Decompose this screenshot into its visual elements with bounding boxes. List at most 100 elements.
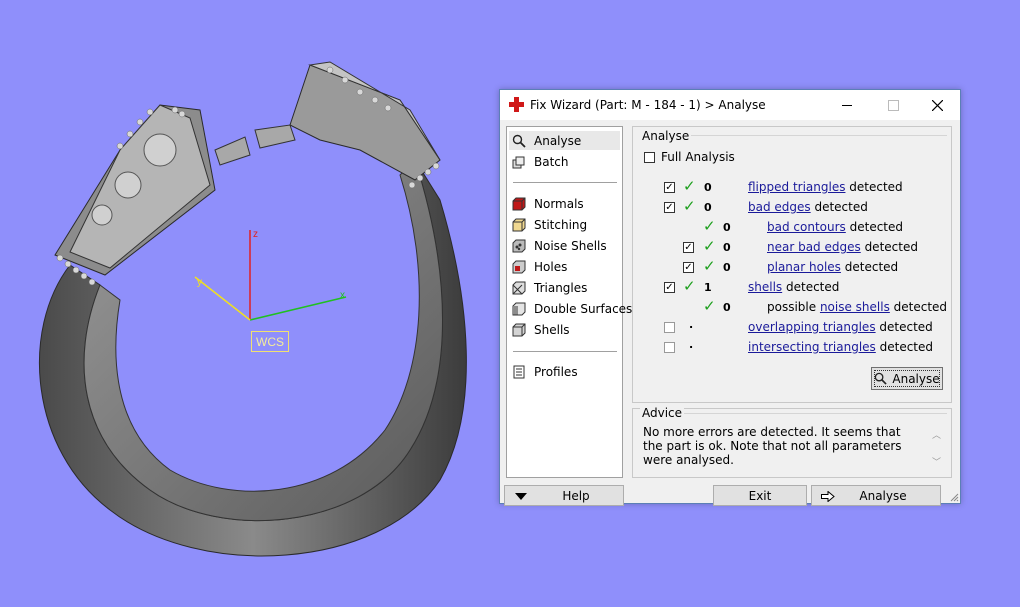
analyse-button[interactable]: Analyse (811, 485, 941, 506)
flipped-triangles-checkbox[interactable]: ✓ (664, 182, 675, 193)
intersecting-triangles-link[interactable]: intersecting triangles (748, 340, 876, 354)
nav-label: Double Surfaces (534, 301, 633, 316)
bad-edges-count: 0 (704, 201, 712, 214)
nav-label: Stitching (534, 217, 588, 232)
row-suffix: detected (860, 240, 918, 254)
nav-item-triangles[interactable]: Triangles (509, 278, 620, 297)
nav-label: Shells (534, 322, 570, 337)
check-icon: ✓ (703, 297, 716, 315)
bad-edges-row: bad edges detected (748, 200, 868, 214)
arrow-right-icon (821, 491, 835, 502)
shells-count: 1 (704, 281, 712, 294)
triangle-down-icon (515, 493, 527, 500)
close-button[interactable] (914, 90, 960, 120)
near-bad-edges-link[interactable]: near bad edges (767, 240, 861, 254)
group-border (685, 135, 947, 136)
overlapping-triangles-count: . (689, 318, 694, 331)
bad-contours-row: bad contours detected (767, 220, 903, 234)
advice-group-title: Advice (640, 406, 685, 420)
nav-item-normals[interactable]: Normals (509, 194, 620, 213)
nav-divider (513, 182, 617, 183)
noise-shells-link[interactable]: noise shells (820, 300, 890, 314)
bad-edges-link[interactable]: bad edges (748, 200, 811, 214)
flipped-triangles-count: 0 (704, 181, 712, 194)
magnifier-icon (512, 134, 526, 148)
planar-holes-link[interactable]: planar holes (767, 260, 841, 274)
batch-icon (512, 155, 526, 169)
shells-row: shells detected (748, 280, 839, 294)
nav-item-noise-shells[interactable]: Noise Shells (509, 236, 620, 255)
planar-holes-count: 0 (723, 261, 731, 274)
nav-item-batch[interactable]: Batch (509, 152, 620, 171)
overlapping-triangles-row: overlapping triangles detected (748, 320, 933, 334)
help-button[interactable]: Help (504, 485, 624, 506)
check-icon: ✓ (683, 277, 696, 295)
nav-item-shells[interactable]: Shells (509, 320, 620, 339)
row-suffix: detected (889, 300, 948, 314)
flipped-triangles-link[interactable]: flipped triangles (748, 180, 845, 194)
intersecting-triangles-checkbox[interactable] (664, 342, 675, 353)
planar-holes-row: planar holes detected (767, 260, 898, 274)
row-suffix: detected (845, 220, 904, 234)
full-analysis-label: Full Analysis (661, 150, 735, 164)
shells-checkbox[interactable]: ✓ (664, 282, 675, 293)
intersecting-triangles-count: . (689, 338, 694, 351)
planar-holes-checkbox[interactable]: ✓ (683, 262, 694, 273)
help-label: Help (562, 488, 590, 503)
near-bad-edges-row: near bad edges detected (767, 240, 918, 254)
bad-edges-checkbox[interactable]: ✓ (664, 202, 675, 213)
double-surfaces-icon (512, 302, 526, 316)
z-axis-label: z (253, 229, 258, 240)
advice-text: No more errors are detected. It seems th… (643, 425, 902, 467)
noise-shells-icon (512, 239, 526, 253)
row-suffix: detected (782, 280, 840, 294)
shells-cube-icon (512, 323, 526, 337)
scroll-up-icon[interactable]: ︿ (932, 428, 941, 441)
stitching-cube-icon (512, 218, 526, 232)
check-icon: ✓ (703, 237, 716, 255)
normals-cube-icon (512, 197, 526, 211)
nav-item-double-surfaces[interactable]: Double Surfaces (509, 299, 632, 318)
minimize-button[interactable] (824, 90, 870, 120)
resize-grip-icon[interactable] (949, 492, 959, 502)
bad-contours-link[interactable]: bad contours (767, 220, 846, 234)
nav-label: Noise Shells (534, 238, 607, 253)
dialog-title: Fix Wizard (Part: M - 184 - 1) > Analyse (530, 98, 766, 112)
nav-item-analyse[interactable]: Analyse (509, 131, 620, 150)
x-axis-label: x (340, 290, 345, 301)
minimize-icon (842, 104, 852, 106)
nav-item-stitching[interactable]: Stitching (509, 215, 620, 234)
advice-panel: Advice No more errors are detected. It s… (632, 406, 952, 478)
nav-item-profiles[interactable]: Profiles (509, 362, 620, 381)
nav-item-holes[interactable]: Holes (509, 257, 620, 276)
near-bad-edges-checkbox[interactable]: ✓ (683, 242, 694, 253)
magnifier-icon (875, 372, 888, 385)
check-icon: ✓ (703, 257, 716, 275)
full-analysis-checkbox[interactable] (644, 152, 655, 163)
red-cross-icon (509, 97, 524, 112)
analyse-run-label: Analyse (892, 371, 940, 386)
triangles-cube-icon (512, 281, 526, 295)
wcs-label: WCS (251, 331, 289, 352)
title-bar[interactable]: Fix Wizard (Part: M - 184 - 1) > Analyse (500, 90, 960, 120)
bad-contours-count: 0 (723, 221, 731, 234)
analyse-panel: Analyse Full Analysis ✓ ✓ 0 flipped tria… (632, 126, 952, 403)
overlapping-triangles-link[interactable]: overlapping triangles (748, 320, 876, 334)
exit-button[interactable]: Exit (713, 485, 807, 506)
analyse-run-button[interactable]: Analyse (871, 367, 943, 390)
row-suffix: detected (875, 340, 934, 354)
overlapping-triangles-checkbox[interactable] (664, 322, 675, 333)
nav-label: Analyse (534, 133, 582, 148)
fix-wizard-dialog: Fix Wizard (Part: M - 184 - 1) > Analyse… (499, 89, 961, 506)
y-axis-label: y (197, 277, 202, 288)
scroll-down-icon[interactable]: ﹀ (932, 455, 941, 468)
near-bad-edges-count: 0 (723, 241, 731, 254)
check-icon: ✓ (683, 177, 696, 195)
maximize-icon (887, 99, 899, 111)
shells-link[interactable]: shells (748, 280, 782, 294)
maximize-button[interactable] (870, 90, 916, 120)
nav-label: Triangles (534, 280, 588, 295)
nav-divider (513, 351, 617, 352)
row-suffix: detected (875, 320, 933, 334)
close-icon (931, 99, 943, 111)
